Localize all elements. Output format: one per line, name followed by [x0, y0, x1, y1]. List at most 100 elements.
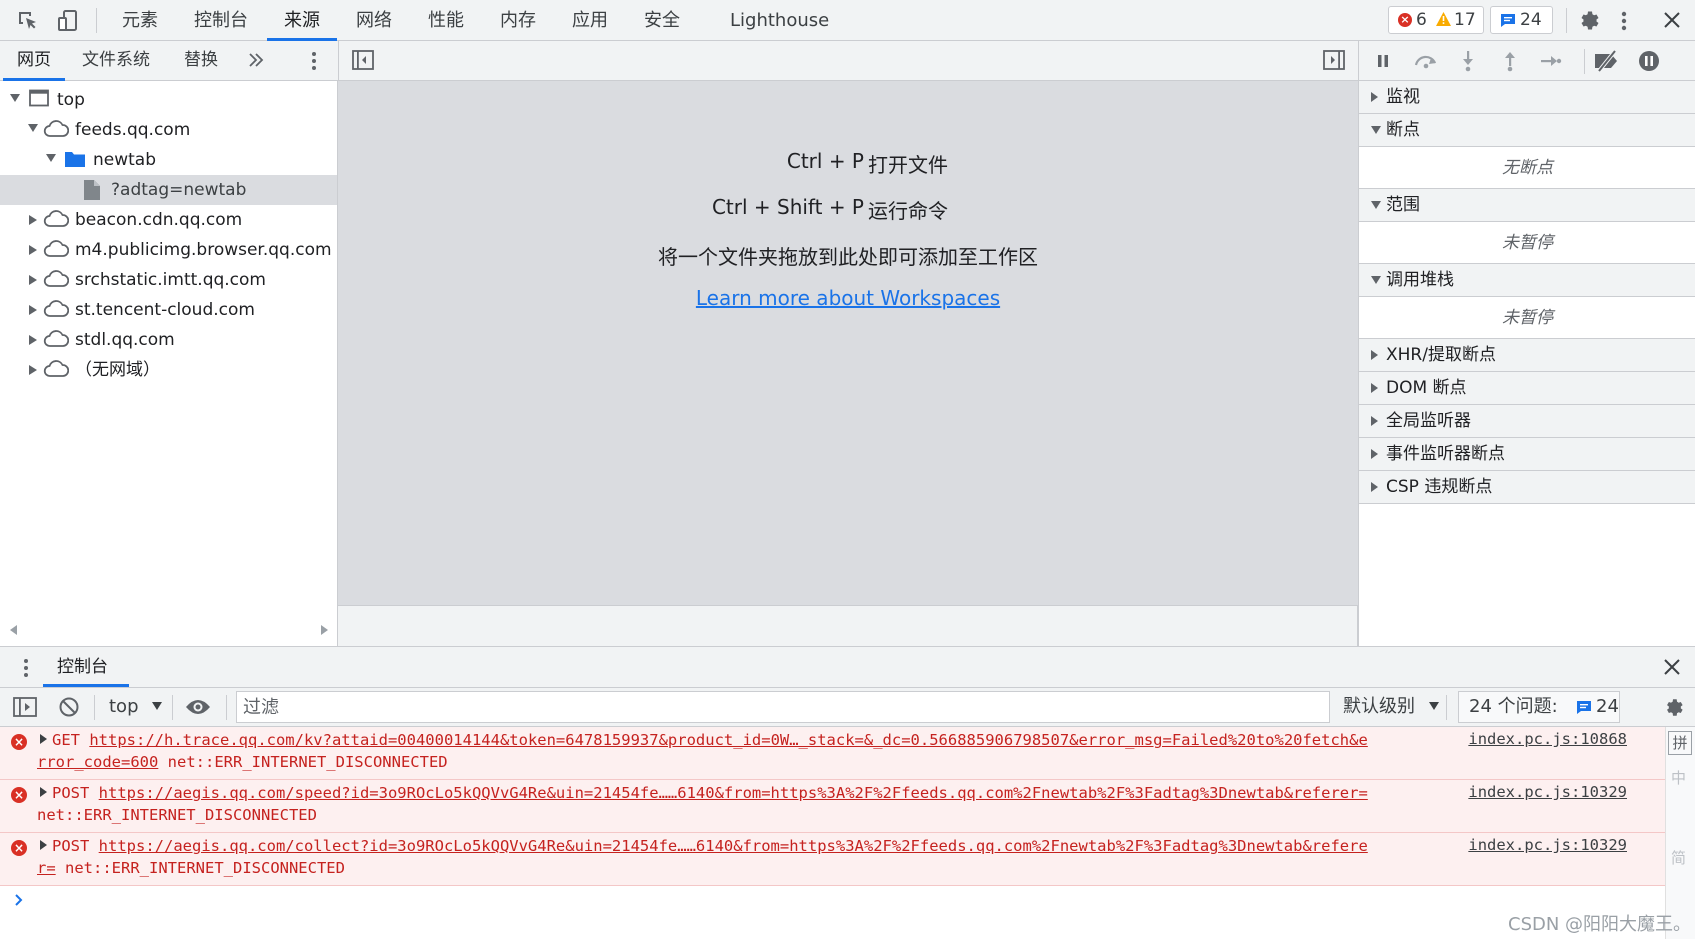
subtab-overrides[interactable]: 替换: [184, 41, 218, 80]
log-level-selector[interactable]: 默认级别: [1343, 688, 1439, 726]
collapse-arrow-icon[interactable]: [29, 275, 37, 285]
tree-item-label: top: [57, 90, 85, 110]
section-event-listener-breakpoints[interactable]: 事件监听器断点: [1359, 438, 1695, 471]
toolbar-divider: [1584, 49, 1585, 74]
step-over-icon[interactable]: [1413, 53, 1439, 69]
section-dom-breakpoints[interactable]: DOM 断点: [1359, 372, 1695, 405]
subtab-filesystem[interactable]: 文件系统: [82, 41, 150, 80]
close-devtools-icon[interactable]: [1663, 11, 1681, 29]
section-scope[interactable]: 范围: [1359, 189, 1695, 222]
expand-arrow-icon[interactable]: [40, 787, 47, 797]
inspect-element-icon[interactable]: [17, 10, 39, 32]
tree-item-label: （无网域）: [75, 360, 160, 380]
scroll-left-icon[interactable]: [10, 625, 17, 635]
collapse-arrow-icon[interactable]: [29, 245, 37, 255]
section-xhr-breakpoints[interactable]: XHR/提取断点: [1359, 339, 1695, 372]
request-url[interactable]: https://aegis.qq.com/collect?id=3o9ROcLo…: [99, 837, 1368, 855]
ime-chinese-button[interactable]: 中: [1671, 767, 1686, 788]
tab-console[interactable]: 控制台: [194, 0, 248, 41]
section-callstack[interactable]: 调用堆栈: [1359, 264, 1695, 297]
collapse-arrow-icon[interactable]: [29, 365, 37, 375]
filter-input[interactable]: 过滤: [236, 691, 1330, 723]
more-tabs-chevron-icon[interactable]: [248, 53, 264, 67]
section-csp-breakpoints[interactable]: CSP 违规断点: [1359, 471, 1695, 504]
step-into-icon[interactable]: [1460, 50, 1476, 72]
tree-item-domain[interactable]: （无网域）: [0, 355, 337, 385]
tree-item-file[interactable]: ?adtag=newtab: [0, 175, 337, 205]
tab-elements[interactable]: 元素: [122, 0, 158, 41]
live-expression-eye-icon[interactable]: [185, 697, 211, 717]
request-url[interactable]: https://aegis.qq.com/speed?id=3o9ROcLo5k…: [99, 784, 1368, 802]
collapse-arrow-icon: [1371, 92, 1378, 102]
toggle-navigator-icon[interactable]: [352, 50, 374, 70]
drawer-menu-icon[interactable]: [23, 658, 29, 678]
scroll-right-icon[interactable]: [321, 625, 328, 635]
collapse-arrow-icon[interactable]: [29, 305, 37, 315]
navigator-menu-icon[interactable]: [311, 51, 317, 71]
deactivate-breakpoints-icon[interactable]: [1593, 50, 1621, 72]
context-selector[interactable]: top: [109, 688, 163, 726]
section-breakpoints[interactable]: 断点: [1359, 114, 1695, 147]
console-error-message[interactable]: × GET https://h.trace.qq.com/kv?attaid=0…: [0, 727, 1665, 780]
drawer-tab-console[interactable]: 控制台: [57, 647, 108, 687]
tree-item-domain[interactable]: beacon.cdn.qq.com: [0, 205, 337, 235]
close-drawer-icon[interactable]: [1663, 658, 1681, 676]
subtab-page[interactable]: 网页: [3, 41, 65, 81]
console-settings-gear-icon[interactable]: [1662, 696, 1684, 718]
tab-lighthouse[interactable]: Lighthouse: [730, 0, 829, 41]
tree-item-label: ?adtag=newtab: [111, 180, 247, 200]
toggle-debugger-icon[interactable]: [1323, 50, 1345, 70]
tree-item-domain[interactable]: srchstatic.imtt.qq.com: [0, 265, 337, 295]
tab-sources[interactable]: 来源: [267, 0, 337, 41]
pane-divider: [338, 41, 339, 81]
request-url[interactable]: https://h.trace.qq.com/kv?attaid=0040001…: [89, 731, 1367, 749]
ime-pinyin-button[interactable]: 拼: [1668, 731, 1692, 755]
expand-arrow-icon[interactable]: [28, 124, 38, 132]
step-icon[interactable]: [1540, 53, 1562, 69]
tree-item-domain[interactable]: stdl.qq.com: [0, 325, 337, 355]
file-navigator: top feeds.qq.com newtab ?adtag=newtab be…: [0, 81, 338, 646]
settings-gear-icon[interactable]: [1576, 8, 1600, 32]
source-link[interactable]: index.pc.js:10329: [1468, 836, 1627, 854]
source-link[interactable]: index.pc.js:10329: [1468, 783, 1627, 801]
collapse-arrow-icon[interactable]: [29, 335, 37, 345]
show-sidebar-icon[interactable]: [13, 696, 37, 718]
folder-icon: [64, 150, 86, 168]
tab-performance[interactable]: 性能: [428, 0, 464, 41]
issues-counter[interactable]: 24: [1490, 6, 1553, 34]
tab-security[interactable]: 安全: [644, 0, 680, 41]
tree-item-domain[interactable]: feeds.qq.com: [0, 115, 337, 145]
tree-item-folder[interactable]: newtab: [0, 145, 337, 175]
tree-item-domain[interactable]: m4.publicimg.browser.qq.com: [0, 235, 337, 265]
device-toolbar-icon[interactable]: [57, 9, 79, 33]
pause-on-exceptions-icon[interactable]: [1638, 50, 1660, 72]
expand-arrow-icon[interactable]: [10, 94, 20, 102]
expand-arrow-icon[interactable]: [40, 840, 47, 850]
tree-item-top[interactable]: top: [0, 85, 337, 115]
tab-memory[interactable]: 内存: [500, 0, 536, 41]
console-error-message[interactable]: × POST https://aegis.qq.com/speed?id=3o9…: [0, 780, 1665, 833]
error-warning-counter[interactable]: × 6 17: [1388, 6, 1484, 34]
expand-arrow-icon[interactable]: [46, 154, 56, 162]
tree-item-domain[interactable]: st.tencent-cloud.com: [0, 295, 337, 325]
request-url-continued[interactable]: rror_code=600: [37, 753, 158, 771]
pause-script-icon[interactable]: [1375, 53, 1391, 69]
learn-more-workspaces-link[interactable]: Learn more about Workspaces: [338, 286, 1358, 310]
tab-network[interactable]: 网络: [356, 0, 392, 41]
more-options-icon[interactable]: [1620, 10, 1628, 32]
expand-arrow-icon[interactable]: [40, 734, 47, 744]
collapse-arrow-icon[interactable]: [29, 215, 37, 225]
section-global-listeners[interactable]: 全局监听器: [1359, 405, 1695, 438]
console-error-message[interactable]: × POST https://aegis.qq.com/collect?id=3…: [0, 833, 1665, 886]
ime-simplified-button[interactable]: 简: [1671, 847, 1686, 868]
tab-application[interactable]: 应用: [572, 0, 608, 41]
tree-item-label: m4.publicimg.browser.qq.com: [75, 240, 332, 260]
console-prompt-icon[interactable]: [14, 893, 24, 907]
section-watch[interactable]: 监视: [1359, 81, 1695, 114]
clear-console-icon[interactable]: [58, 696, 80, 718]
source-link[interactable]: index.pc.js:10868: [1468, 730, 1627, 748]
console-input[interactable]: [32, 887, 1632, 915]
issues-button[interactable]: 24 个问题: 24: [1458, 691, 1620, 723]
step-out-icon[interactable]: [1502, 50, 1518, 72]
request-url-continued[interactable]: r=: [37, 859, 56, 877]
